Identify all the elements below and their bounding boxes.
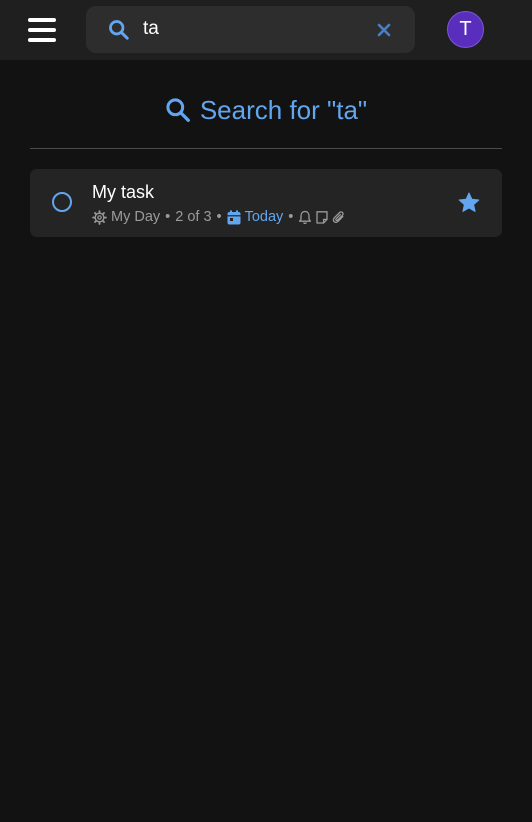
close-icon[interactable] (376, 22, 392, 38)
search-box[interactable] (86, 6, 415, 53)
task-list-name: My Day (111, 209, 161, 225)
paperclip-icon (333, 210, 345, 223)
task-title: My task (92, 182, 155, 202)
task-due-date: Today (244, 209, 284, 225)
search-results-title: Search for "ta" (199, 94, 368, 125)
bell-icon (299, 210, 312, 224)
separator: • (165, 209, 171, 225)
star-icon[interactable] (457, 191, 481, 215)
search-icon (109, 20, 129, 40)
task-item[interactable]: My task My Day • 2 of 3 • Today • (30, 169, 502, 237)
search-icon (166, 98, 190, 122)
gear-icon (92, 209, 107, 225)
calendar-icon (227, 209, 241, 224)
task-steps-count: 2 of 3 (175, 209, 212, 225)
separator: • (288, 209, 294, 225)
task-metadata: My Day • 2 of 3 • Today • (92, 208, 346, 226)
top-bar: T (0, 0, 532, 60)
search-input[interactable] (143, 14, 363, 44)
divider (30, 148, 502, 149)
separator: • (216, 209, 222, 225)
menu-button[interactable] (28, 16, 58, 44)
avatar[interactable]: T (447, 11, 484, 48)
complete-task-checkbox[interactable] (52, 192, 72, 212)
search-results-heading: Search for "ta" (0, 92, 532, 128)
note-icon (316, 210, 329, 224)
